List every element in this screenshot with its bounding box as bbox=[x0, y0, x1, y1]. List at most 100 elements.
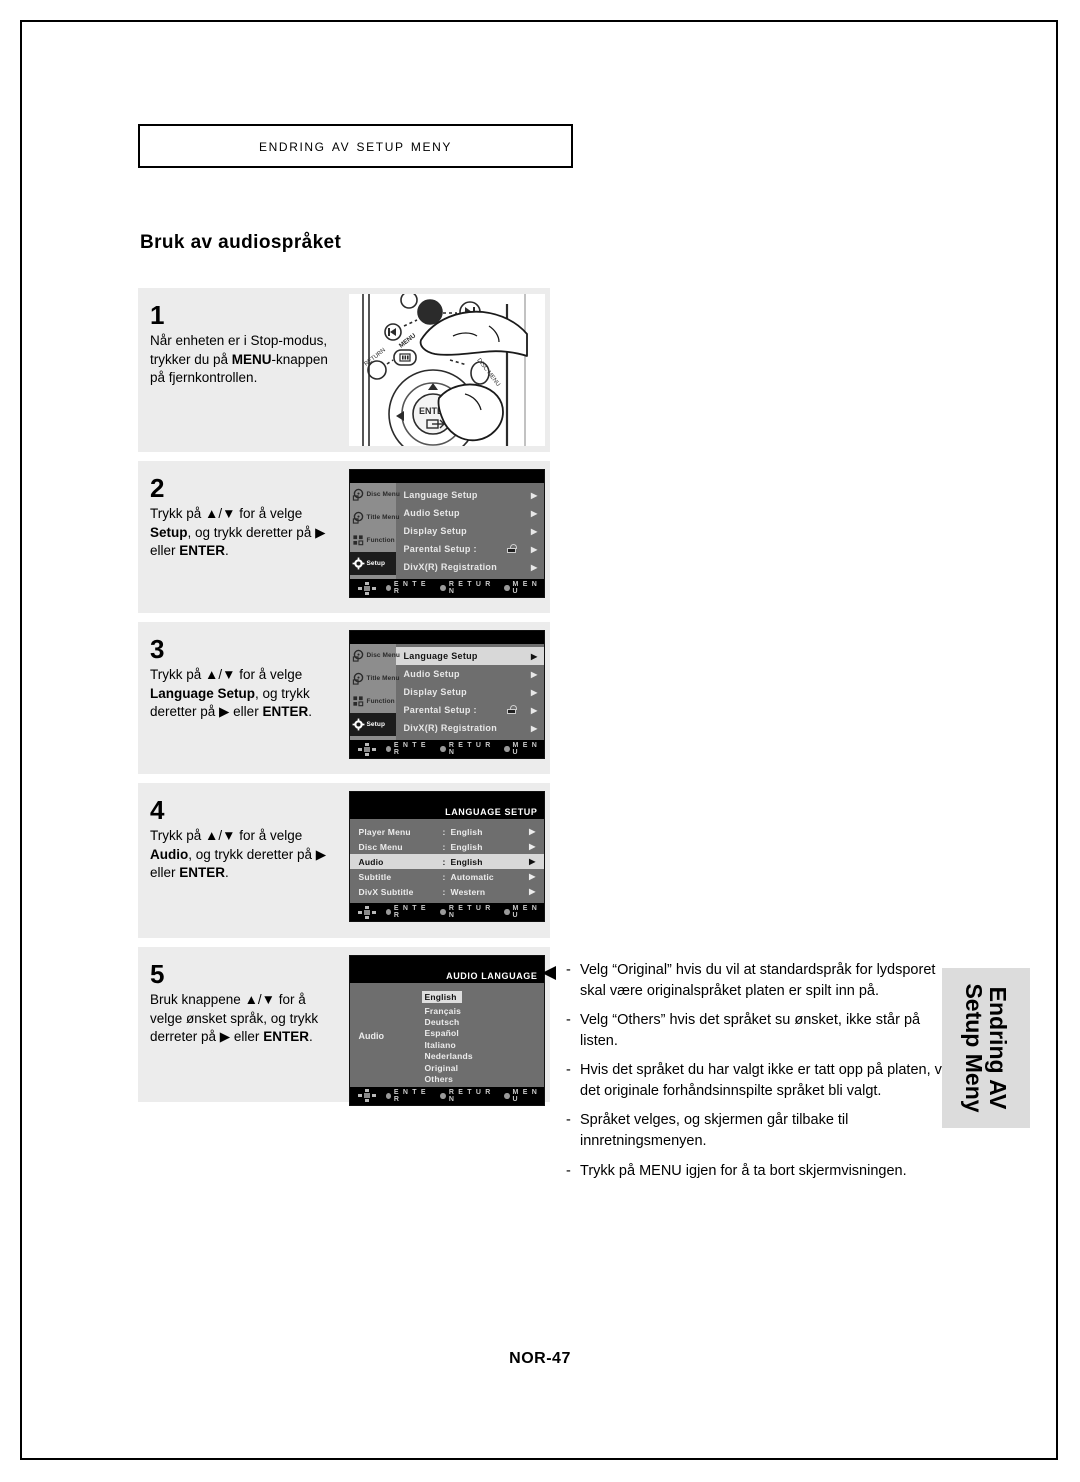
osd-menu-row-label: DivX(R) Registration bbox=[403, 562, 498, 572]
note-text: Velg “Others” hvis det språket su ønsket… bbox=[580, 1012, 921, 1049]
audio-language-option[interactable]: Nederlands bbox=[422, 1051, 518, 1062]
osd-topbar bbox=[349, 956, 544, 969]
audio-language-option[interactable]: Français bbox=[422, 1005, 518, 1016]
note-text: Hvis det språket du har valgt ikke er ta… bbox=[580, 1062, 949, 1099]
osd-hint-label: M E N U bbox=[512, 581, 538, 595]
step-3-visual: Disc Menu Title Menu Function Setup Languag… bbox=[343, 622, 550, 774]
audio-language-option[interactable]: Español bbox=[422, 1028, 518, 1039]
osd-hint-label: R E T U R N bbox=[448, 905, 492, 919]
button-dot-icon bbox=[504, 746, 510, 752]
steps-container: 1 Når enheten er i Stop-modus, trykker d… bbox=[138, 288, 550, 1111]
title-menu-icon bbox=[352, 672, 363, 685]
note-dash: - bbox=[566, 1062, 571, 1079]
chevron-right-icon: ▶ bbox=[529, 842, 536, 851]
language-row-separator: : bbox=[442, 841, 446, 852]
step-block-1: 1 Når enheten er i Stop-modus, trykker d… bbox=[138, 288, 550, 452]
language-setup-row[interactable]: DivX Subtitle: Western ▶ bbox=[350, 884, 544, 899]
osd-menu-row[interactable]: Audio Setup ▶ bbox=[396, 665, 544, 683]
audio-language-option[interactable]: Others bbox=[422, 1073, 518, 1084]
osd-sidebar-item-title-menu[interactable]: Title Menu bbox=[350, 506, 399, 529]
osd-menu-row-label: DivX(R) Registration bbox=[403, 723, 498, 733]
osd-hint-enter: E N T E R bbox=[385, 742, 432, 756]
chevron-right-icon: ▶ bbox=[531, 651, 538, 661]
function-icon bbox=[352, 696, 363, 707]
osd-hint-return: R E T U R N bbox=[440, 742, 495, 756]
osd-setup-list: Language Setup ▶ Audio Setup ▶ Display Setup… bbox=[395, 644, 544, 740]
step-3-body: Trykk på ▲/▼ for å velge Language Setup,… bbox=[150, 667, 312, 720]
osd-menu-row-label: Audio Setup bbox=[403, 508, 460, 518]
osd-sidebar-item-setup[interactable]: Setup bbox=[349, 713, 396, 736]
language-row-name: Subtitle bbox=[358, 871, 392, 882]
chevron-right-icon: ▶ bbox=[531, 490, 538, 500]
note-item: - Språket velges, og skjermen går tilbake… bbox=[566, 1110, 958, 1151]
audio-language-option[interactable]: Original bbox=[422, 1062, 518, 1073]
step-1-visual: MENU RETURN DISC MENU ENTER bbox=[343, 288, 550, 452]
osd-hint-return: R E T U R N bbox=[440, 581, 495, 595]
side-tab-text: Endring AV Setup Meny bbox=[961, 983, 1011, 1112]
osd-hint-label: E N T E R bbox=[393, 581, 427, 595]
chevron-right-icon: ▶ bbox=[529, 872, 536, 881]
osd-audio-panel: Audio English Français Deutsch Español Itali… bbox=[349, 983, 544, 1087]
audio-language-option[interactable]: English bbox=[421, 991, 462, 1003]
osd-menu-row[interactable]: DivX(R) Registration ▶ bbox=[396, 558, 544, 576]
osd-sidebar-item-disc-menu[interactable]: Disc Menu bbox=[350, 483, 400, 506]
note-item: - Velg “Original” hvis du vil at standard… bbox=[566, 960, 958, 1001]
audio-language-option[interactable]: Italiano bbox=[422, 1039, 518, 1050]
osd-menu-row[interactable]: Parental Setup : ▶ bbox=[396, 540, 544, 558]
button-dot-icon bbox=[504, 909, 510, 915]
osd-sidebar-label: Setup bbox=[366, 560, 386, 567]
osd-sidebar: Disc Menu Title Menu Function Setup bbox=[349, 483, 400, 579]
audio-option-wrap: Español bbox=[422, 1028, 518, 1039]
osd-menu-row[interactable]: Display Setup ▶ bbox=[396, 683, 544, 701]
osd-sidebar-item-title-menu[interactable]: Title Menu bbox=[350, 667, 399, 690]
osd-menu-row[interactable]: Display Setup ▶ bbox=[396, 522, 544, 540]
audio-language-option[interactable]: Deutsch bbox=[422, 1016, 518, 1027]
osd-menu-row[interactable]: Language Setup ▶ bbox=[396, 486, 544, 504]
osd-sidebar-item-disc-menu[interactable]: Disc Menu bbox=[350, 644, 400, 667]
language-setup-row[interactable]: Subtitle: Automatic ▶ bbox=[350, 869, 544, 884]
step-5-body: Bruk knappene ▲/▼ for å velge ønsket spr… bbox=[150, 992, 319, 1045]
osd-menu-row[interactable]: DivX(R) Registration ▶ bbox=[396, 719, 544, 737]
osd-setup-menu-selected: Disc Menu Title Menu Function Setup Languag… bbox=[348, 630, 545, 759]
osd-hint-label: R E T U R N bbox=[448, 581, 492, 595]
language-setup-row[interactable]: Disc Menu: English ▶ bbox=[350, 839, 544, 854]
step-block-2: 2 Trykk på ▲/▼ for å velge Setup, og try… bbox=[138, 461, 550, 613]
chevron-right-icon: ▶ bbox=[531, 526, 538, 536]
osd-hint-menu: M E N U bbox=[504, 1089, 543, 1103]
remote-control-svg: MENU RETURN DISC MENU ENTER bbox=[361, 294, 528, 446]
chevron-right-icon: ▶ bbox=[531, 562, 538, 572]
step-2-body: Trykk på ▲/▼ for å velge Setup, og trykk… bbox=[150, 506, 326, 559]
step-2-text: 2 Trykk på ▲/▼ for å velge Setup, og try… bbox=[138, 461, 343, 613]
osd-menu-row[interactable]: Language Setup ▶ bbox=[395, 647, 544, 665]
language-row-value: Automatic bbox=[450, 871, 494, 882]
osd-menu-row-label: Display Setup bbox=[403, 687, 467, 697]
step-block-5: 5 Bruk knappene ▲/▼ for å velge ønsket s… bbox=[138, 947, 550, 1106]
note-item: - Trykk på MENU igjen for å ta bort skjer… bbox=[566, 1161, 958, 1182]
dpad-icon bbox=[357, 905, 377, 919]
step-2-number: 2 bbox=[150, 473, 165, 503]
osd-sidebar-item-function[interactable]: Function bbox=[350, 529, 396, 552]
button-dot-icon bbox=[440, 746, 446, 752]
button-dot-icon bbox=[385, 746, 391, 752]
language-row-separator: : bbox=[442, 871, 446, 882]
disc-menu-icon bbox=[352, 488, 365, 501]
gear-icon bbox=[352, 718, 365, 731]
note-item: - Hvis det språket du har valgt ikke er t… bbox=[566, 1060, 958, 1101]
osd-sidebar-item-setup[interactable]: Setup bbox=[349, 552, 396, 575]
disc-menu-icon bbox=[352, 649, 365, 662]
osd-title: LANGUAGE SETUP bbox=[349, 805, 544, 819]
osd-menu-row[interactable]: Audio Setup ▶ bbox=[396, 504, 544, 522]
osd-menu-row[interactable]: Parental Setup : ▶ bbox=[396, 701, 544, 719]
chevron-right-icon: ▶ bbox=[531, 723, 538, 733]
osd-sidebar-item-function[interactable]: Function bbox=[350, 690, 396, 713]
language-setup-row[interactable]: Player Menu: English ▶ bbox=[350, 824, 544, 839]
language-row-name: Player Menu bbox=[358, 826, 411, 837]
osd-hint-label: M E N U bbox=[512, 742, 538, 756]
title-menu-icon bbox=[352, 672, 365, 685]
language-row-value: English bbox=[450, 841, 483, 852]
note-dash: - bbox=[566, 1162, 571, 1179]
osd-hint-return: R E T U R N bbox=[440, 905, 495, 919]
language-setup-row[interactable]: Audio: English ▶ bbox=[349, 854, 544, 869]
button-dot-icon bbox=[504, 1092, 510, 1099]
button-dot-icon bbox=[440, 1092, 446, 1099]
